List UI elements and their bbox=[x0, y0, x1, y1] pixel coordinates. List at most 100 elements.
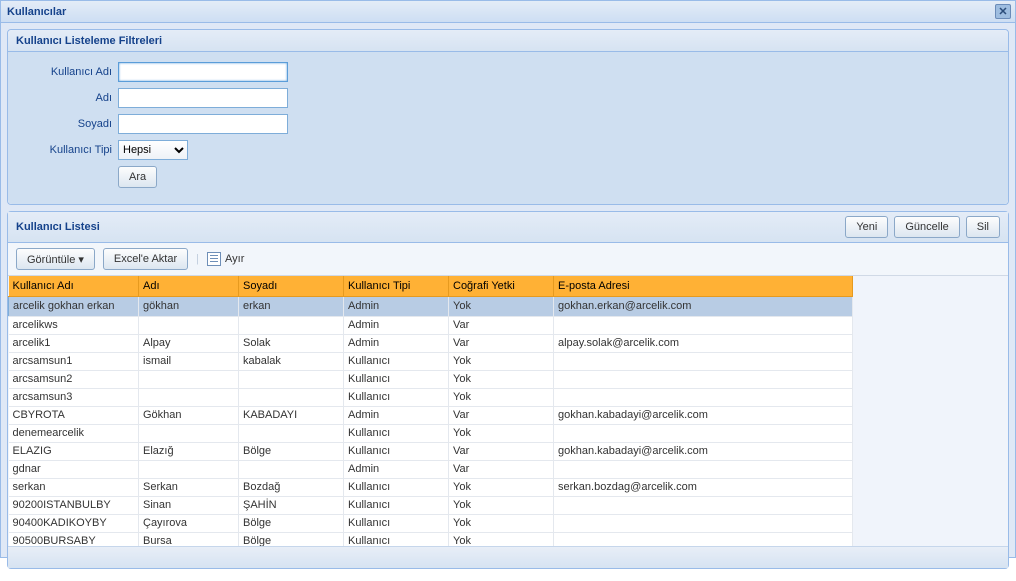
table-row[interactable]: 90400KADIKOYBYÇayırovaBölgeKullanıcıYok bbox=[9, 514, 853, 532]
cell: Var bbox=[449, 334, 554, 352]
row-name: Adı bbox=[18, 88, 998, 108]
document-icon bbox=[207, 252, 221, 266]
cell: Bursa bbox=[139, 532, 239, 546]
table-row[interactable]: arcsamsun1ismailkabalakKullanıcıYok bbox=[9, 352, 853, 370]
filter-panel-title: Kullanıcı Listeleme Filtreleri bbox=[8, 30, 1008, 52]
cell: Kullanıcı bbox=[344, 352, 449, 370]
col-type[interactable]: Kullanıcı Tipi bbox=[344, 276, 449, 296]
cell: Kullanıcı bbox=[344, 442, 449, 460]
cell: Kullanıcı bbox=[344, 388, 449, 406]
cell: Bölge bbox=[239, 514, 344, 532]
cell bbox=[554, 370, 853, 388]
name-input[interactable] bbox=[118, 88, 288, 108]
table-row[interactable]: serkanSerkanBozdağKullanıcıYokserkan.boz… bbox=[9, 478, 853, 496]
cell bbox=[139, 316, 239, 334]
col-surname[interactable]: Soyadı bbox=[239, 276, 344, 296]
table-row[interactable]: 90200ISTANBULBYSinanŞAHİNKullanıcıYok bbox=[9, 496, 853, 514]
cell: 90400KADIKOYBY bbox=[9, 514, 139, 532]
separate-button[interactable]: Ayır bbox=[207, 252, 244, 266]
cell: gokhan.kabadayi@arcelik.com bbox=[554, 442, 853, 460]
table-row[interactable]: ELAZIGElazığBölgeKullanıcıVargokhan.kaba… bbox=[9, 442, 853, 460]
grid-toolbar: Görüntüle ▾ Excel'e Aktar | Ayır bbox=[8, 243, 1008, 276]
type-label: Kullanıcı Tipi bbox=[18, 144, 118, 156]
cell: Kullanıcı bbox=[344, 478, 449, 496]
table-row[interactable]: denemearcelikKullanıcıYok bbox=[9, 424, 853, 442]
cell: Bölge bbox=[239, 532, 344, 546]
table-row[interactable]: 90500BURSABYBursaBölgeKullanıcıYok bbox=[9, 532, 853, 546]
table-row[interactable]: arcelik gokhan erkangökhanerkanAdminYokg… bbox=[9, 296, 853, 316]
name-label: Adı bbox=[18, 92, 118, 104]
cell: Admin bbox=[344, 460, 449, 478]
cell: gokhan.erkan@arcelik.com bbox=[554, 296, 853, 316]
cell: gökhan bbox=[139, 296, 239, 316]
new-button[interactable]: Yeni bbox=[845, 216, 888, 238]
delete-button[interactable]: Sil bbox=[966, 216, 1000, 238]
cell: Yok bbox=[449, 424, 554, 442]
table-row[interactable]: CBYROTAGökhanKABADAYIAdminVargokhan.kaba… bbox=[9, 406, 853, 424]
list-panel-title: Kullanıcı Listesi bbox=[16, 221, 100, 233]
cell: 90200ISTANBULBY bbox=[9, 496, 139, 514]
cell: Var bbox=[449, 442, 554, 460]
surname-input[interactable] bbox=[118, 114, 288, 134]
cell: Yok bbox=[449, 388, 554, 406]
cell: Var bbox=[449, 406, 554, 424]
cell: gokhan.kabadayi@arcelik.com bbox=[554, 406, 853, 424]
table-row[interactable]: arcsamsun2 KullanıcıYok bbox=[9, 370, 853, 388]
cell: Kullanıcı bbox=[344, 514, 449, 532]
cell bbox=[139, 388, 239, 406]
type-select[interactable]: Hepsi bbox=[118, 140, 188, 160]
cell bbox=[239, 460, 344, 478]
search-button[interactable]: Ara bbox=[118, 166, 157, 188]
cell: arcsamsun2 bbox=[9, 370, 139, 388]
cell: serkan.bozdag@arcelik.com bbox=[554, 478, 853, 496]
table-row[interactable]: gdnarAdminVar bbox=[9, 460, 853, 478]
cell: Yok bbox=[449, 514, 554, 532]
cell bbox=[139, 460, 239, 478]
cell: serkan bbox=[9, 478, 139, 496]
close-icon[interactable]: ✕ bbox=[995, 4, 1011, 19]
row-username: Kullanıcı Adı bbox=[18, 62, 998, 82]
cell bbox=[139, 370, 239, 388]
cell: ismail bbox=[139, 352, 239, 370]
cell: Çayırova bbox=[139, 514, 239, 532]
cell bbox=[239, 370, 344, 388]
grid-scroll[interactable]: Kullanıcı Adı Adı Soyadı Kullanıcı Tipi … bbox=[8, 276, 1008, 546]
cell bbox=[554, 496, 853, 514]
col-geo[interactable]: Coğrafi Yetki bbox=[449, 276, 554, 296]
filter-panel-body: Kullanıcı Adı Adı Soyadı Kullanıcı Tipi … bbox=[8, 52, 1008, 204]
cell bbox=[554, 514, 853, 532]
cell: Admin bbox=[344, 316, 449, 334]
grid-header-row: Kullanıcı Adı Adı Soyadı Kullanıcı Tipi … bbox=[9, 276, 853, 296]
cell: arcsamsun3 bbox=[9, 388, 139, 406]
cell: erkan bbox=[239, 296, 344, 316]
cell bbox=[554, 388, 853, 406]
view-button[interactable]: Görüntüle ▾ bbox=[16, 248, 95, 270]
window-title: Kullanıcılar bbox=[7, 6, 66, 18]
col-name[interactable]: Adı bbox=[139, 276, 239, 296]
cell bbox=[554, 352, 853, 370]
cell: 90500BURSABY bbox=[9, 532, 139, 546]
table-row[interactable]: arcsamsun3 KullanıcıYok bbox=[9, 388, 853, 406]
cell: Kullanıcı bbox=[344, 532, 449, 546]
table-row[interactable]: arcelik1AlpaySolakAdminVaralpay.solak@ar… bbox=[9, 334, 853, 352]
cell bbox=[554, 532, 853, 546]
cell: arcelik gokhan erkan bbox=[9, 296, 139, 316]
cell: Sinan bbox=[139, 496, 239, 514]
export-excel-button[interactable]: Excel'e Aktar bbox=[103, 248, 188, 270]
cell bbox=[239, 316, 344, 334]
col-email[interactable]: E-posta Adresi bbox=[554, 276, 853, 296]
cell: Kullanıcı bbox=[344, 370, 449, 388]
cell: ELAZIG bbox=[9, 442, 139, 460]
cell: Yok bbox=[449, 370, 554, 388]
cell: Kullanıcı bbox=[344, 496, 449, 514]
update-button[interactable]: Güncelle bbox=[894, 216, 959, 238]
cell: Bölge bbox=[239, 442, 344, 460]
col-username[interactable]: Kullanıcı Adı bbox=[9, 276, 139, 296]
cell bbox=[239, 424, 344, 442]
username-label: Kullanıcı Adı bbox=[18, 66, 118, 78]
username-input[interactable] bbox=[118, 62, 288, 82]
table-row[interactable]: arcelikwsAdminVar bbox=[9, 316, 853, 334]
cell: Elazığ bbox=[139, 442, 239, 460]
cell: Bozdağ bbox=[239, 478, 344, 496]
cell: Yok bbox=[449, 352, 554, 370]
